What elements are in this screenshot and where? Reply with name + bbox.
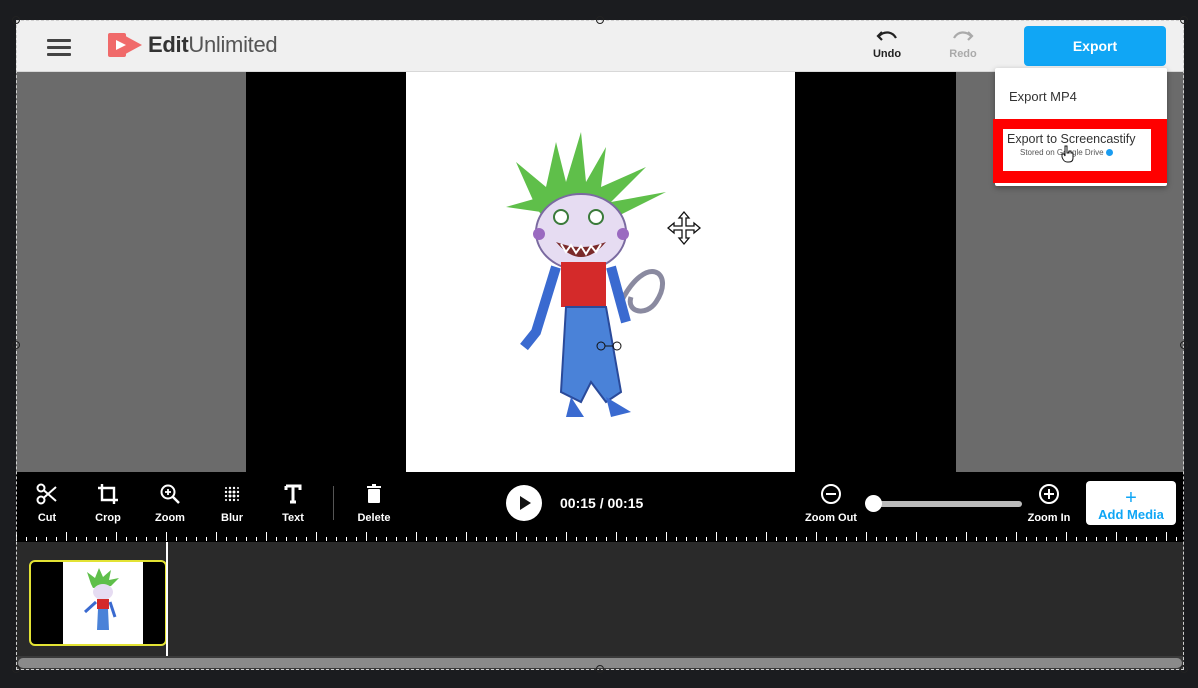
blur-label: Blur (221, 512, 243, 524)
undo-icon (876, 31, 897, 41)
cut-label: Cut (37, 512, 57, 524)
redo-label: Redo (949, 48, 977, 60)
zoom-slider-knob[interactable] (865, 495, 882, 512)
resize-handle-right[interactable] (1180, 341, 1188, 349)
zoom-slider-track[interactable] (867, 501, 1022, 507)
export-screencastify-label: Export to Screencastify (1007, 132, 1136, 146)
timeline-track[interactable] (16, 542, 1184, 656)
scissors-icon (36, 483, 57, 505)
hamburger-menu-icon[interactable] (47, 39, 71, 56)
crop-tool-button[interactable]: Crop (83, 482, 133, 524)
verified-icon (1105, 149, 1113, 157)
resize-handle-bottom-right[interactable] (1180, 665, 1188, 673)
move-cursor-icon (666, 210, 702, 246)
resize-handle-top-right[interactable] (1180, 16, 1188, 24)
center-resize-handle[interactable] (596, 341, 622, 351)
delete-label: Delete (357, 512, 391, 524)
zoom-in-icon (1039, 484, 1059, 504)
highlight-box: Export to Screencastify Stored on Google… (993, 119, 1167, 183)
logo-icon (108, 33, 142, 57)
logo-text-edit: Edit (148, 32, 189, 57)
logo-text-unlimited: Unlimited (188, 32, 278, 57)
crop-label: Crop (95, 512, 121, 524)
editing-toolbar: Cut Crop Zoom Blur Text Delete 00:15 / 0… (16, 472, 1184, 532)
toolbar-divider (333, 486, 334, 520)
export-dropdown-menu: Export MP4 Export to Screencastify Store… (993, 68, 1167, 186)
cut-tool-button[interactable]: Cut (22, 482, 72, 524)
video-clip[interactable] (29, 560, 167, 646)
play-button[interactable] (506, 485, 542, 521)
export-button[interactable]: Export (1024, 26, 1166, 66)
export-screencastify-item[interactable]: Export to Screencastify Stored on Google… (1003, 129, 1151, 171)
clip-thumbnail (63, 562, 143, 644)
trash-icon (367, 484, 381, 503)
crop-icon (98, 484, 118, 504)
zoom-out-icon (821, 484, 841, 504)
delete-tool-button[interactable]: Delete (349, 482, 399, 524)
timeline-ruler[interactable] (16, 532, 1184, 542)
text-tool-button[interactable]: Text (268, 482, 318, 524)
timecode-display: 00:15 / 00:15 (560, 495, 644, 511)
ruler-major-ticks (16, 532, 1184, 541)
text-label: Text (282, 512, 304, 524)
zoom-icon (160, 484, 180, 504)
text-icon (284, 484, 302, 504)
video-frame[interactable] (406, 72, 795, 472)
resize-handle-top[interactable] (596, 16, 604, 24)
hand-pointer-cursor-icon (1061, 145, 1074, 163)
resize-handle-bottom[interactable] (596, 665, 604, 673)
resize-handle-left[interactable] (12, 341, 20, 349)
plus-icon: + (1125, 486, 1137, 509)
zoom-out-button[interactable]: Zoom Out (801, 482, 861, 524)
add-media-button[interactable]: + Add Media (1086, 481, 1176, 525)
app-logo: EditUnlimited (108, 30, 278, 60)
add-media-label: Add Media (1098, 506, 1164, 522)
playhead[interactable] (166, 542, 168, 656)
zoom-out-label: Zoom Out (805, 512, 857, 524)
clip-thumbnail-drawing (83, 568, 119, 630)
undo-button[interactable]: Undo (862, 28, 912, 60)
redo-button[interactable]: Redo (938, 28, 988, 60)
zoom-in-button[interactable]: Zoom In (1020, 482, 1078, 524)
resize-handle-top-left[interactable] (12, 16, 20, 24)
monster-drawing-image (506, 132, 666, 417)
zoom-tool-button[interactable]: Zoom (145, 482, 195, 524)
export-mp4-item[interactable]: Export MP4 (1009, 89, 1077, 104)
app-header: EditUnlimited Undo Redo Export (16, 20, 1184, 72)
resize-handle-bottom-left[interactable] (12, 665, 20, 673)
zoom-label: Zoom (155, 512, 185, 524)
redo-icon (953, 31, 974, 41)
undo-label: Undo (872, 48, 902, 60)
blur-tool-button[interactable]: Blur (207, 482, 257, 524)
blur-icon (224, 486, 240, 502)
zoom-in-label: Zoom In (1027, 512, 1071, 524)
